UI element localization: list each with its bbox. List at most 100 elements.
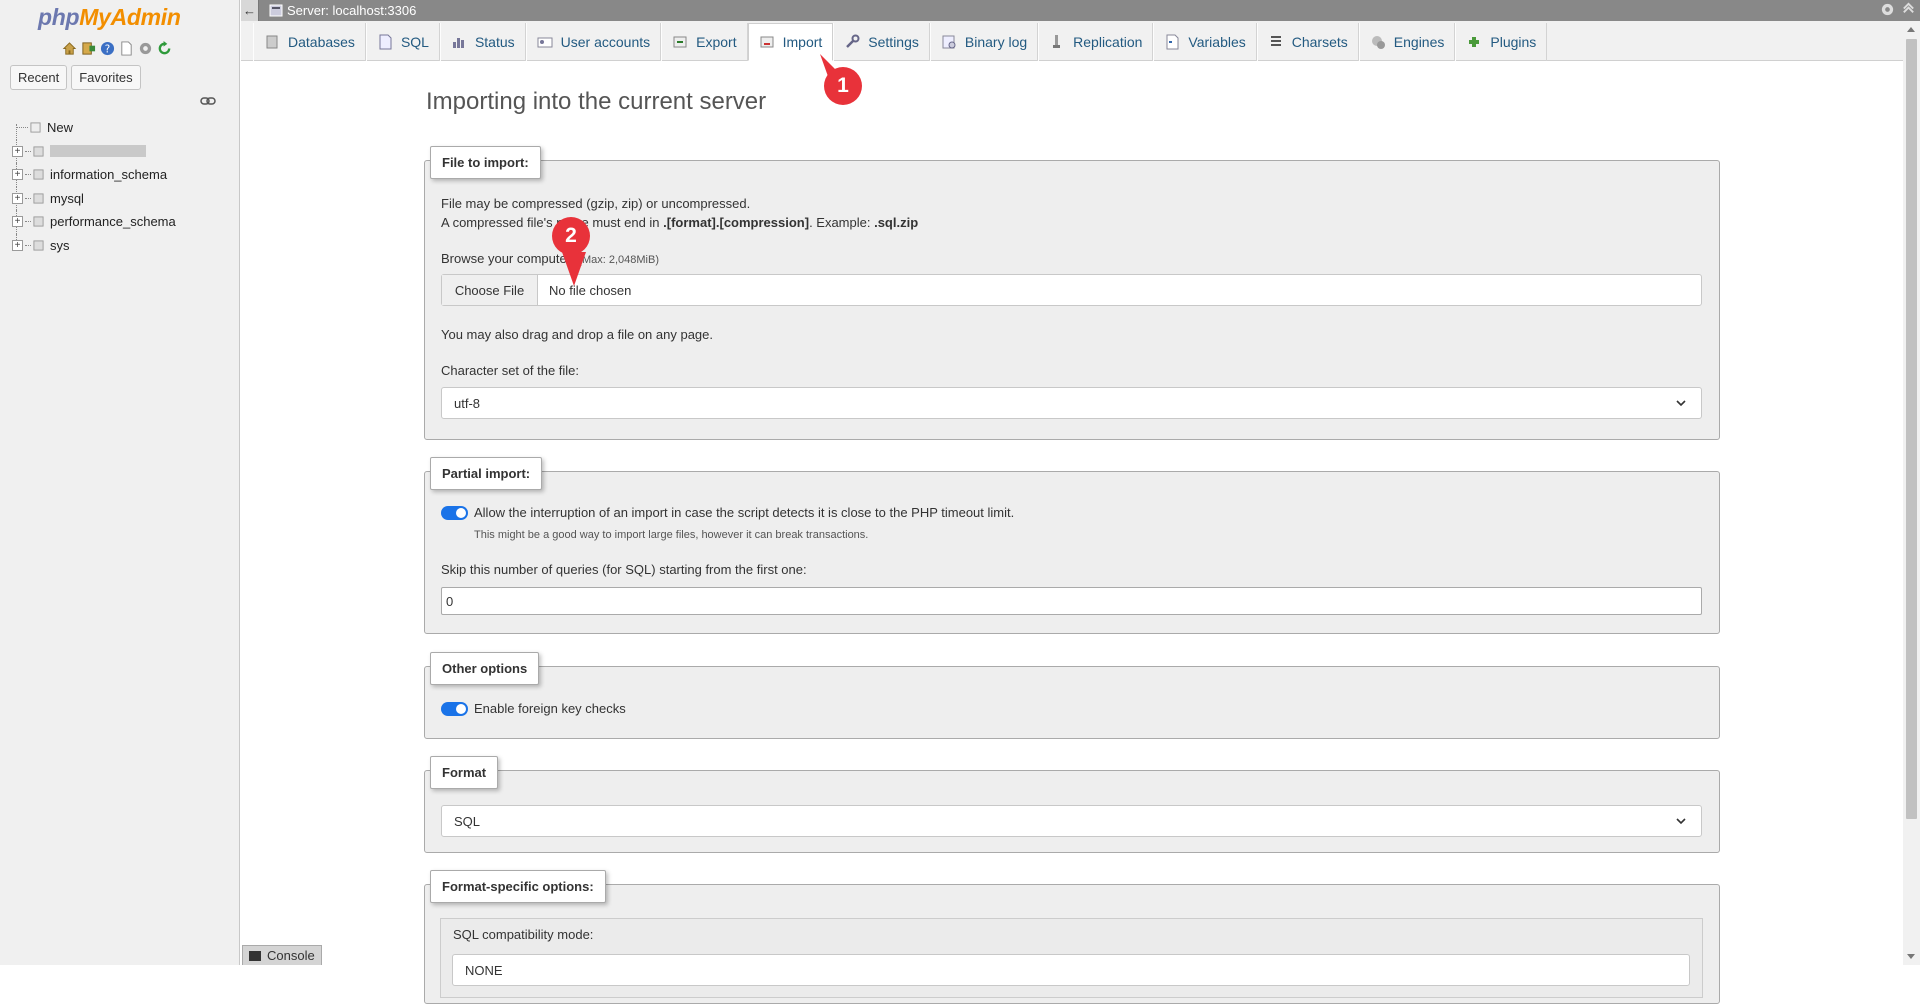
allow-interrupt-toggle[interactable]	[441, 506, 468, 520]
expand-icon[interactable]: +	[12, 192, 23, 204]
charset-select[interactable]: utf-8	[441, 387, 1702, 419]
database-name[interactable]: mysql	[50, 191, 84, 206]
database-name[interactable]: performance_schema	[50, 214, 176, 229]
allow-interrupt-label[interactable]: Allow the interruption of an import in c…	[474, 505, 1014, 520]
choose-file-button[interactable]: Choose File	[442, 275, 538, 305]
other-options-section: Other options Enable foreign key checks	[424, 652, 1720, 739]
scroll-down-icon[interactable]	[1907, 954, 1915, 959]
link-with-main-panel-icon[interactable]	[200, 96, 216, 106]
skip-queries-input[interactable]: 0	[441, 587, 1702, 615]
help-icon[interactable]: ?	[100, 41, 115, 56]
skip-queries-label: Skip this number of queries (for SQL) st…	[441, 562, 807, 577]
tree-item-database[interactable]: + performance_schema	[12, 210, 238, 234]
tree-line	[16, 124, 17, 140]
tab-status[interactable]: Status	[439, 23, 526, 61]
tab-label: User accounts	[560, 34, 651, 50]
tab-label: Charsets	[1291, 34, 1348, 50]
logo-text-php: php	[38, 4, 80, 30]
console-icon	[249, 950, 261, 961]
compressed-name-info: A compressed file's name must end in .[f…	[441, 215, 918, 230]
tab-label: Settings	[868, 34, 919, 50]
tab-label: Engines	[1393, 34, 1445, 50]
scrollbar-thumb[interactable]	[1906, 39, 1917, 819]
tree-branch	[16, 127, 28, 129]
section-legend: Format	[430, 756, 499, 789]
tree-branch	[25, 150, 31, 152]
tab-label: Export	[696, 34, 737, 50]
charsets-icon	[1268, 34, 1284, 50]
replication-icon	[1049, 34, 1065, 50]
server-breadcrumb[interactable]: Server: localhost:3306	[287, 3, 416, 18]
reload-icon[interactable]	[157, 41, 172, 56]
tab-replication[interactable]: Replication	[1038, 23, 1154, 61]
database-icon	[33, 169, 44, 180]
tab-sql[interactable]: SQL	[365, 23, 440, 61]
tab-charsets[interactable]: Charsets	[1256, 23, 1359, 61]
settings-gear-icon[interactable]	[138, 41, 153, 56]
collapse-top-icon[interactable]	[1901, 2, 1916, 17]
documentation-icon[interactable]	[119, 41, 134, 56]
format-pattern: .[format].[compression]	[663, 215, 810, 230]
binary-log-icon	[941, 34, 957, 50]
settings-icon	[844, 34, 860, 50]
home-icon[interactable]	[62, 41, 77, 56]
tab-export[interactable]: Export	[661, 23, 748, 61]
page-settings-icon[interactable]	[1880, 2, 1895, 17]
tab-label: Import	[782, 34, 823, 50]
tab-label: Variables	[1188, 34, 1246, 50]
tab-label: Databases	[288, 34, 355, 50]
tab-engines[interactable]: Engines	[1358, 23, 1456, 61]
tab-label: Plugins	[1490, 34, 1537, 50]
tab-binary-log[interactable]: Binary log	[929, 23, 1039, 61]
format-specific-section: Format-specific options: SQL compatibili…	[424, 870, 1720, 1004]
collapse-navigation-icon[interactable]: ←	[241, 0, 259, 21]
format-select[interactable]: SQL	[441, 805, 1702, 837]
tree-item-database[interactable]: + mysql	[12, 186, 238, 210]
chevron-down-icon	[1676, 818, 1686, 825]
database-tree: New + + information_schema + mysql + per…	[12, 116, 238, 257]
page-scrollbar[interactable]	[1903, 21, 1920, 965]
max-size-note: (Max: 2,048MiB)	[578, 254, 659, 266]
navigation-panel: phpMyAdmin ? Recent Favorites New + + in…	[0, 0, 240, 965]
tab-user-accounts[interactable]: User accounts	[525, 23, 662, 61]
foreign-key-checks-toggle[interactable]	[441, 702, 468, 716]
tab-plugins[interactable]: Plugins	[1455, 23, 1548, 61]
expand-icon[interactable]: +	[12, 145, 23, 157]
format-section: Format SQL	[424, 756, 1720, 853]
foreign-key-checks-label[interactable]: Enable foreign key checks	[474, 701, 626, 716]
example-label: . Example:	[809, 215, 875, 230]
expand-icon[interactable]: +	[12, 169, 23, 181]
server-icon	[269, 4, 283, 17]
redacted-database-name	[50, 145, 146, 158]
database-name[interactable]: information_schema	[50, 167, 167, 182]
phpmyadmin-logo[interactable]: phpMyAdmin	[38, 4, 181, 31]
tree-item-redacted[interactable]: +	[12, 139, 238, 163]
database-name[interactable]: sys	[50, 238, 70, 253]
export-icon	[672, 34, 688, 50]
section-legend: File to import:	[430, 146, 541, 179]
tab-variables[interactable]: Variables	[1153, 23, 1257, 61]
recent-tables-button[interactable]: Recent	[10, 65, 68, 90]
expand-icon[interactable]: +	[12, 239, 23, 251]
tab-label: Binary log	[964, 34, 1028, 50]
favorite-tables-button[interactable]: Favorites	[71, 65, 141, 90]
console-toggle[interactable]: Console	[242, 945, 322, 965]
tab-label: SQL	[400, 34, 429, 50]
file-upload-input[interactable]: Choose File No file chosen	[441, 274, 1702, 306]
charset-label: Character set of the file:	[441, 363, 580, 378]
tree-item-database[interactable]: + sys	[12, 233, 238, 258]
sql-compat-select[interactable]: NONE	[452, 954, 1690, 986]
drag-drop-info: You may also drag and drop a file on any…	[441, 327, 713, 342]
scroll-up-icon[interactable]	[1907, 27, 1915, 32]
logout-icon[interactable]	[81, 41, 96, 56]
expand-icon[interactable]: +	[12, 216, 23, 228]
database-icon	[33, 146, 44, 157]
tree-item-database[interactable]: + information_schema	[12, 163, 238, 187]
engines-icon	[1370, 34, 1386, 50]
nav-tabs: Recent Favorites	[10, 65, 141, 90]
charset-selected-value: utf-8	[454, 395, 481, 411]
tab-databases[interactable]: Databases	[253, 23, 366, 61]
tree-item-new[interactable]: New	[12, 116, 238, 140]
tree-branch	[25, 221, 31, 223]
tree-branch	[25, 197, 31, 199]
